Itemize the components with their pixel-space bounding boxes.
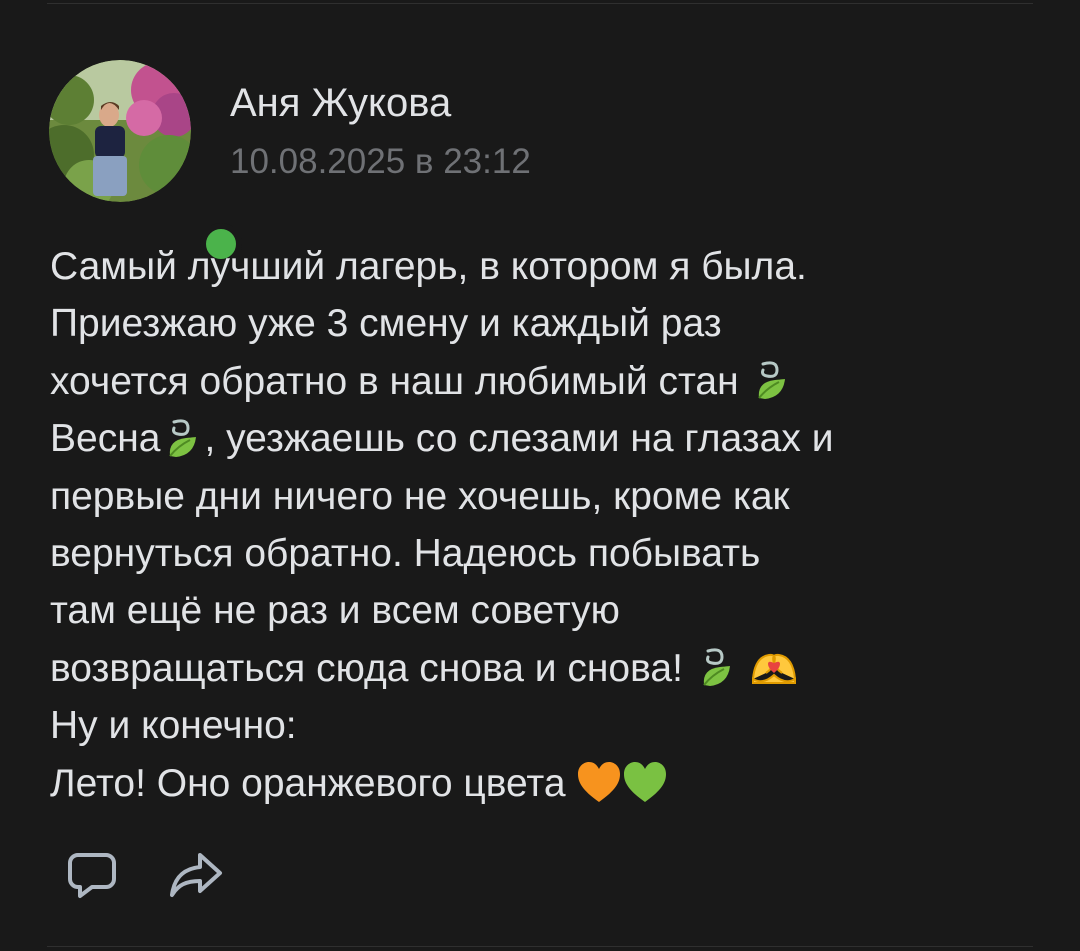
text-line: Лето! Оно оранжевого цвета <box>50 755 1050 812</box>
share-icon <box>170 853 222 897</box>
avatar-photo <box>49 60 191 202</box>
green-heart-emoji-icon <box>622 760 668 804</box>
text-fragment: возвращаться сюда снова и снова! <box>50 646 683 690</box>
text-line: Самый лучший лагерь, в котором я была. <box>50 245 807 288</box>
share-button[interactable] <box>166 845 226 905</box>
post-actions <box>62 845 226 905</box>
author-name[interactable]: Аня Жукова <box>230 80 451 126</box>
bottom-divider <box>47 946 1033 947</box>
heart-hands-emoji-icon <box>749 645 799 689</box>
text-fragment: , уезжаешь со слезами на глазах и <box>204 417 834 461</box>
top-divider <box>47 3 1033 4</box>
text-line: Весна , уезжаешь со слезами на глазах и <box>50 410 1050 467</box>
text-line: Ну и конечно: <box>50 704 297 748</box>
text-line: возвращаться сюда снова и снова! <box>50 640 1050 697</box>
comment-button[interactable] <box>62 845 122 905</box>
leaf-emoji-icon <box>160 416 204 460</box>
text-line: хочется обратно в наш любимый стан <box>50 353 1050 410</box>
text-line: Приезжаю уже 3 смену и каждый раз <box>50 302 722 346</box>
post-text: Самый лучший лагерь, в котором я была. П… <box>50 238 1050 812</box>
text-line: вернуться обратно. Надеюсь побывать <box>50 531 761 575</box>
text-line: там ещё не раз и всем советую <box>50 589 620 633</box>
comment-icon <box>68 853 116 898</box>
text-fragment: хочется обратно в наш любимый стан <box>50 359 739 403</box>
text-line: первые дни ничего не хочешь, кроме как <box>50 474 790 518</box>
post-timestamp[interactable]: 10.08.2025 в 23:12 <box>230 140 531 184</box>
avatar[interactable] <box>49 60 242 265</box>
leaf-emoji-icon <box>749 358 793 402</box>
text-fragment: Весна <box>50 417 161 461</box>
leaf-emoji-icon <box>694 645 738 689</box>
orange-heart-emoji-icon <box>576 760 622 804</box>
text-fragment: Лето! Оно оранжевого цвета <box>50 761 566 805</box>
